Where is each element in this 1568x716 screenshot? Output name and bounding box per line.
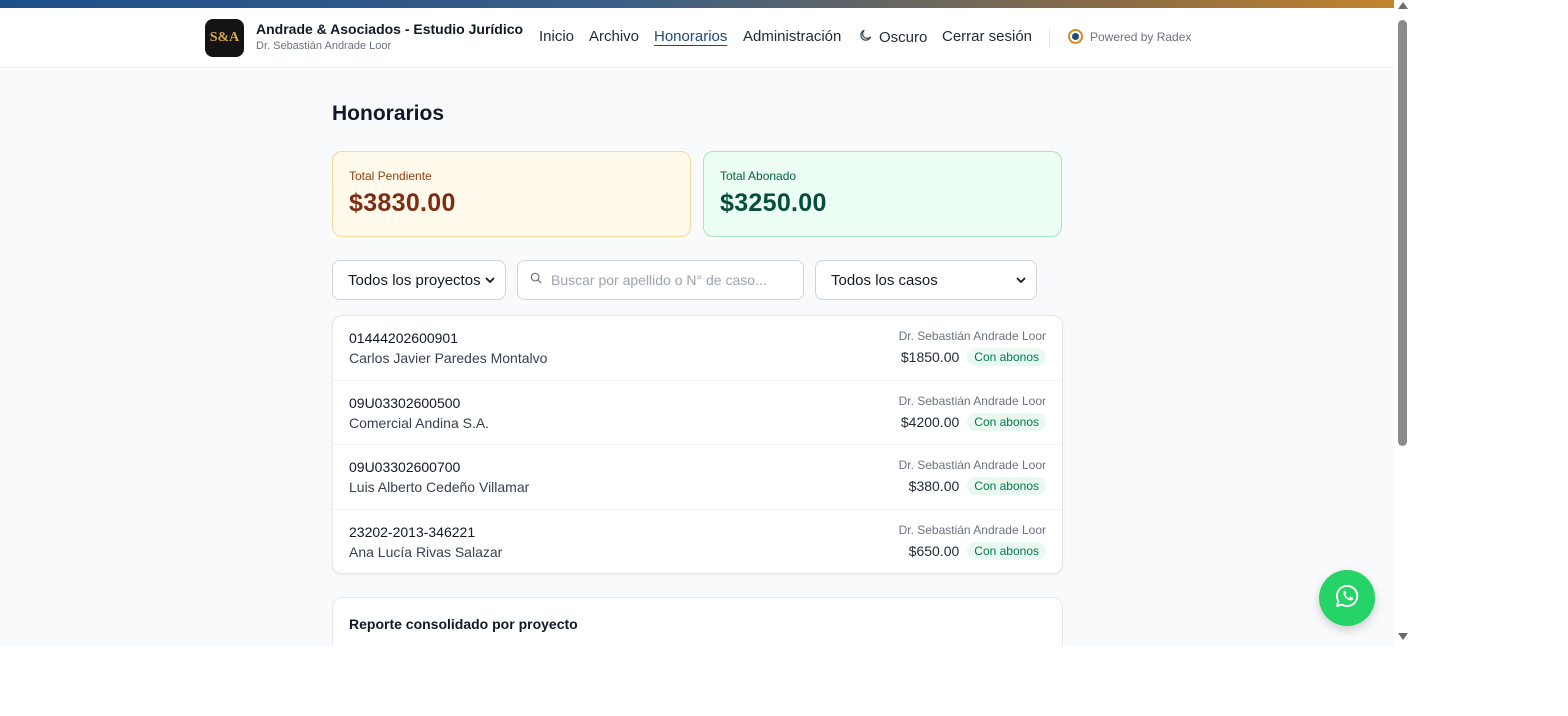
- case-amount-group: $1850.00 Con abonos: [901, 348, 1046, 366]
- nav-link-administracion[interactable]: Administración: [743, 28, 841, 45]
- total-pending-value: $3830.00: [349, 189, 456, 217]
- lawyer-name: Dr. Sebastián Andrade Loor: [898, 329, 1046, 343]
- case-row[interactable]: 23202-2013-346221 Ana Lucía Rivas Salaza…: [333, 510, 1062, 574]
- status-badge: Con abonos: [967, 348, 1046, 366]
- client-name: Luis Alberto Cedeño Villamar: [349, 479, 530, 495]
- case-number: 01444202600901: [349, 330, 459, 346]
- total-pending-card: Total Pendiente $3830.00: [332, 151, 691, 237]
- project-filter-value: Todos los proyectos: [348, 271, 481, 289]
- lawyer-name: Dr. Sebastián Andrade Loor: [898, 458, 1046, 472]
- client-name: Ana Lucía Rivas Salazar: [349, 543, 503, 560]
- dark-mode-label: Oscuro: [879, 29, 928, 46]
- page-scrollbar[interactable]: [1394, 0, 1411, 646]
- powered-by-label: Powered by Radex: [1090, 29, 1192, 44]
- moon-icon: [858, 28, 873, 47]
- scroll-up-arrow-icon[interactable]: [1398, 2, 1408, 9]
- fees-case-list: 01444202600901 Carlos Javier Paredes Mon…: [332, 315, 1063, 574]
- site-header: S&A Andrade & Asociados - Estudio Jurídi…: [0, 8, 1394, 68]
- whatsapp-button[interactable]: [1319, 570, 1375, 626]
- chevron-down-icon: [1016, 272, 1026, 289]
- lawyer-name: Dr. Sebastián Andrade Loor: [898, 522, 1046, 537]
- nav-link-archivo[interactable]: Archivo: [589, 28, 639, 45]
- app-viewport: S&A Andrade & Asociados - Estudio Jurídi…: [0, 0, 1394, 646]
- case-row[interactable]: 01444202600901 Carlos Javier Paredes Mon…: [333, 316, 1062, 381]
- scroll-down-arrow-icon[interactable]: [1398, 633, 1408, 640]
- brand-subtitle: Dr. Sebastián Andrade Loor: [256, 40, 392, 52]
- nav-link-inicio[interactable]: Inicio: [539, 28, 574, 45]
- dark-mode-toggle[interactable]: Oscuro: [858, 28, 927, 47]
- lawyer-name: Dr. Sebastián Andrade Loor: [898, 393, 1046, 408]
- powered-by[interactable]: Powered by Radex: [1068, 29, 1191, 44]
- case-amount: $380.00: [908, 478, 960, 494]
- status-badge: Con abonos: [967, 477, 1046, 495]
- radex-dot-icon: [1068, 29, 1083, 44]
- status-badge: Con abonos: [967, 412, 1046, 431]
- case-filter-value: Todos los casos: [831, 271, 938, 289]
- case-row[interactable]: 09U03302600500 Comercial Andina S.A. Dr.…: [333, 381, 1062, 445]
- client-name: Comercial Andina S.A.: [349, 414, 490, 431]
- search-box[interactable]: [517, 260, 804, 300]
- case-amount: $4200.00: [900, 413, 960, 430]
- case-amount-group: $4200.00 Con abonos: [900, 412, 1046, 431]
- chevron-down-icon: [485, 272, 495, 289]
- case-number: 09U03302600700: [349, 459, 461, 475]
- whatsapp-icon: [1333, 582, 1361, 615]
- firm-logo[interactable]: S&A: [205, 19, 244, 57]
- logout-link[interactable]: Cerrar sesión: [942, 28, 1032, 45]
- case-row[interactable]: 09U03302600700 Luis Alberto Cedeño Villa…: [333, 445, 1062, 510]
- search-icon: [529, 271, 543, 290]
- brand-title: Andrade & Asociados - Estudio Jurídico: [256, 21, 524, 37]
- case-filter-select[interactable]: Todos los casos: [815, 260, 1037, 300]
- case-number: 23202-2013-346221: [349, 523, 476, 540]
- search-input[interactable]: [551, 272, 791, 288]
- nav-link-honorarios[interactable]: Honorarios: [654, 28, 727, 45]
- status-badge: Con abonos: [967, 541, 1046, 560]
- nav-divider: [1049, 28, 1050, 48]
- case-amount-group: $380.00 Con abonos: [909, 477, 1046, 495]
- client-name: Carlos Javier Paredes Montalvo: [349, 350, 548, 366]
- total-pending-label: Total Pendiente: [349, 169, 432, 183]
- top-accent-stripe: [0, 0, 1394, 8]
- case-number: 09U03302600500: [349, 394, 461, 411]
- case-amount: $650.00: [908, 542, 960, 559]
- case-amount-group: $650.00 Con abonos: [908, 541, 1046, 560]
- project-report-card: Reporte consolidado por proyecto: [332, 597, 1063, 646]
- project-filter-select[interactable]: Todos los proyectos: [332, 260, 506, 300]
- report-title: Reporte consolidado por proyecto: [349, 616, 578, 632]
- total-paid-value: $3250.00: [720, 189, 827, 217]
- page-title: Honorarios: [332, 102, 445, 125]
- total-paid-label: Total Abonado: [720, 169, 797, 183]
- total-paid-card: Total Abonado $3250.00: [703, 151, 1062, 237]
- scrollbar-thumb[interactable]: [1398, 20, 1407, 446]
- case-amount: $1850.00: [900, 349, 960, 365]
